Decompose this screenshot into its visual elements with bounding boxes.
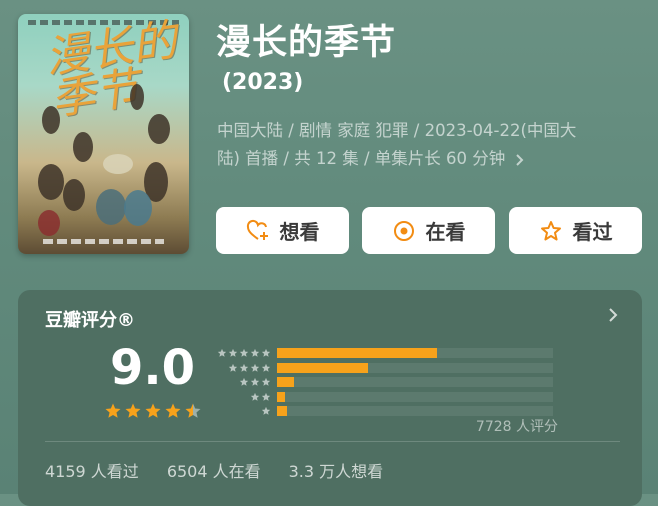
rating-card[interactable]: 豆瓣评分® 9.0 7728 人评分 4159 人看过 6504 人在看 3.3…: [18, 290, 642, 506]
show-meta[interactable]: 中国大陆 / 剧情 家庭 犯罪 / 2023-04-22(中国大 陆) 首播 /…: [217, 117, 645, 173]
watching-button[interactable]: 在看: [362, 207, 495, 254]
distribution-row: [213, 361, 553, 375]
distribution-bar: [277, 377, 294, 387]
want-count[interactable]: 3.3 万人想看: [289, 458, 384, 482]
distribution-stars: [213, 363, 271, 373]
target-circle-icon: [393, 220, 414, 241]
release-year: (2023): [222, 70, 304, 95]
distribution-stars: [213, 406, 271, 416]
small-star-icon: [261, 348, 271, 357]
divider: [45, 441, 620, 442]
small-star-icon: [261, 406, 271, 415]
star-filled-icon: [165, 403, 181, 418]
distribution-bar-track: [277, 362, 553, 373]
watched-button[interactable]: 看过: [509, 207, 642, 254]
poster-figure: [63, 179, 85, 211]
distribution-bar: [277, 406, 287, 416]
small-star-icon: [239, 348, 249, 357]
small-star-icon: [228, 363, 238, 372]
distribution-stars: [213, 348, 271, 358]
distribution-bar: [277, 348, 438, 358]
watching-count[interactable]: 6504 人在看: [167, 458, 261, 482]
poster-figure: [38, 210, 60, 236]
rating-heading: 豆瓣评分®: [45, 310, 135, 331]
poster-figure: [73, 132, 93, 162]
distribution-bar: [277, 362, 369, 373]
distribution-stars: [213, 377, 271, 387]
poster-figure: [103, 154, 133, 174]
distribution-row: [213, 346, 553, 360]
rating-count: 7728 人评分: [475, 419, 558, 435]
want-to-watch-label: 想看: [279, 220, 320, 244]
small-star-icon: [250, 363, 260, 372]
want-to-watch-button[interactable]: 想看: [216, 207, 349, 254]
small-star-icon: [261, 392, 271, 401]
distribution-bar-track: [277, 406, 553, 416]
distribution-bar-track: [277, 391, 553, 402]
page-title: 漫长的季节: [216, 23, 397, 63]
small-star-icon: [261, 363, 271, 372]
star-outline-icon: [540, 220, 561, 240]
distribution-bar-track: [277, 377, 553, 387]
watch-stats: 4159 人看过 6504 人在看 3.3 万人想看: [45, 458, 383, 482]
poster-figure: [38, 164, 64, 200]
small-star-icon: [239, 377, 249, 386]
small-star-icon: [261, 377, 271, 386]
distribution-stars: [213, 392, 271, 402]
poster-tagline: [43, 239, 164, 244]
meta-line-2: 陆) 首播 / 共 12 集 / 单集片长 60 分钟: [217, 149, 506, 168]
watched-label: 看过: [572, 220, 613, 244]
watched-count[interactable]: 4159 人看过: [45, 458, 139, 482]
small-star-icon: [250, 377, 260, 386]
chevron-right-icon[interactable]: [606, 308, 620, 322]
distribution-bar: [277, 391, 286, 402]
star-filled-icon: [125, 403, 141, 418]
rating-distribution: [213, 346, 553, 419]
poster-title-calligraphy: 漫长的季节: [42, 14, 180, 126]
small-star-icon: [217, 348, 227, 357]
small-star-icon: [228, 348, 238, 357]
distribution-row: [213, 390, 553, 404]
poster-figure: [148, 114, 170, 144]
poster-figure: [130, 84, 144, 110]
small-star-icon: [250, 392, 260, 401]
poster-figure: [42, 106, 60, 134]
star-filled-icon: [105, 403, 121, 418]
small-star-icon: [239, 363, 249, 372]
poster-image[interactable]: 漫长的季节: [18, 14, 189, 254]
meta-line-1: 中国大陆 / 剧情 家庭 犯罪 / 2023-04-22(中国大: [217, 121, 577, 140]
poster-figure: [124, 190, 152, 226]
distribution-bar-track: [277, 348, 553, 358]
distribution-row: [213, 375, 553, 389]
poster-figure: [96, 189, 126, 225]
watching-label: 在看: [425, 220, 466, 244]
small-star-icon: [250, 348, 260, 357]
rating-stars: [104, 402, 202, 420]
star-filled-icon: [145, 403, 161, 418]
rating-score: 9.0: [110, 340, 196, 396]
heart-plus-icon: [246, 219, 268, 240]
chevron-right-icon: [515, 153, 523, 166]
star-half-icon: [185, 403, 201, 418]
